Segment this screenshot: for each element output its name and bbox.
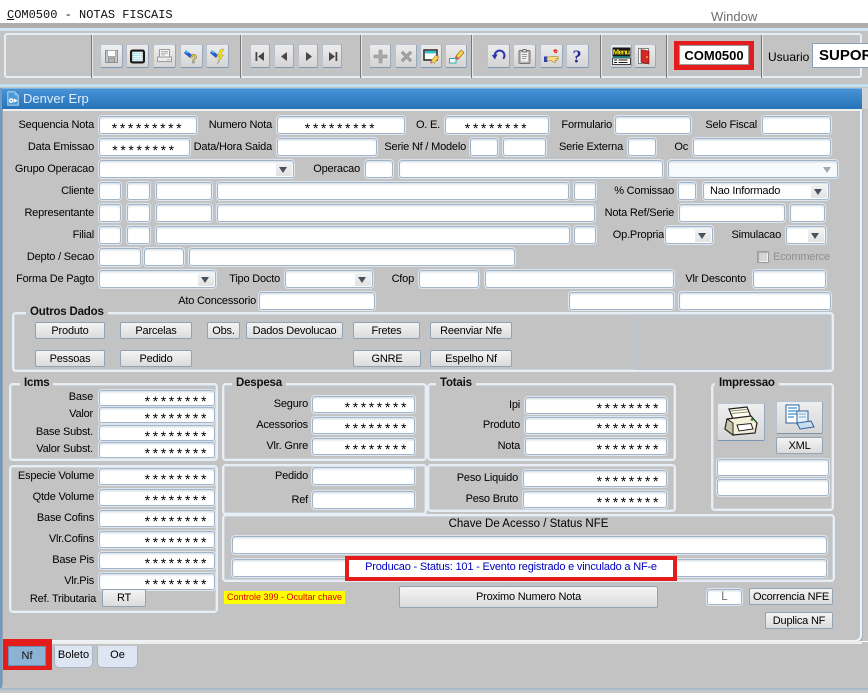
svg-text:?: ? <box>190 52 197 65</box>
svg-text:?: ? <box>573 48 582 65</box>
svg-text:Menu: Menu <box>612 47 630 56</box>
